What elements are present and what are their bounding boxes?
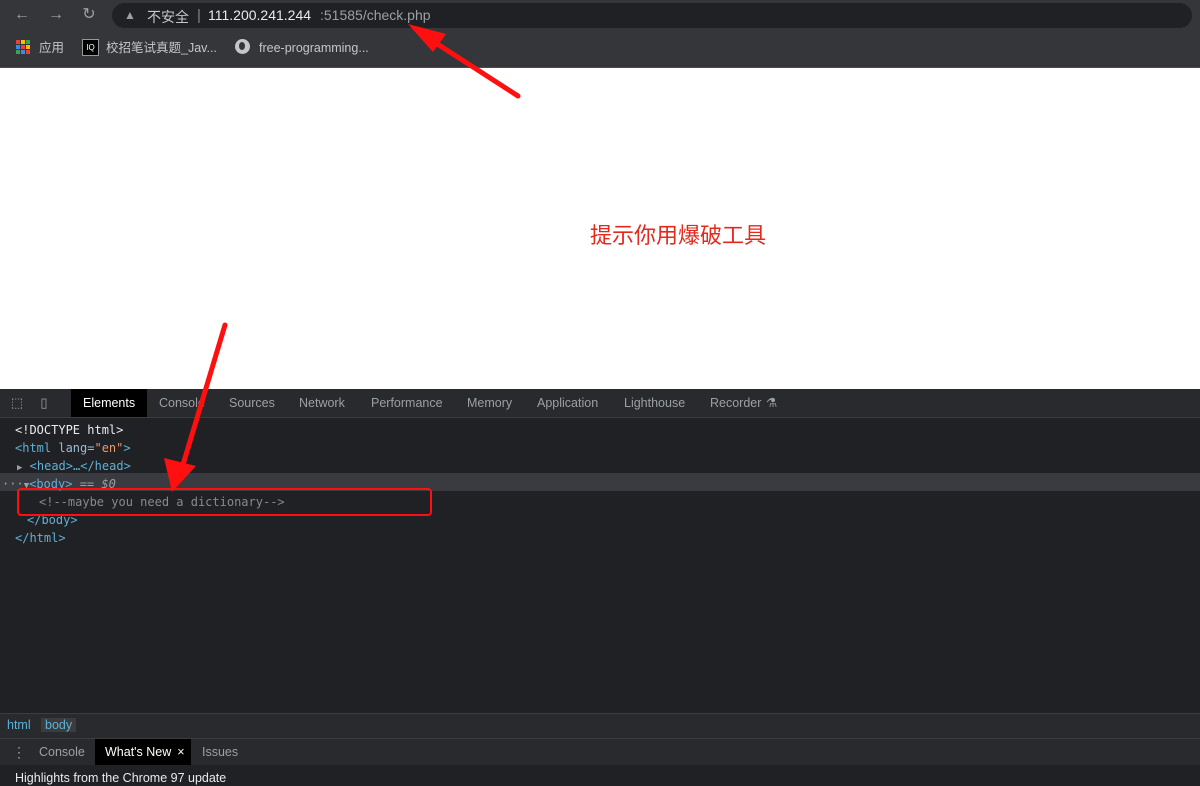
drawer-tab-whats-new-label: What's New — [105, 745, 172, 759]
flask-icon: ⚗ — [766, 396, 778, 410]
annotation-highlight-box — [17, 488, 432, 516]
head-node-text: <head>…</head> — [29, 459, 131, 473]
html-lang-attr: lang= — [58, 441, 95, 455]
html-close-tag: </html> — [15, 531, 66, 545]
html-close-bracket: > — [123, 441, 131, 455]
tab-sources[interactable]: Sources — [229, 389, 275, 417]
warning-icon[interactable]: ▲ — [124, 8, 138, 22]
close-icon[interactable]: × — [177, 745, 184, 759]
tab-network[interactable]: Network — [299, 389, 345, 417]
html-node[interactable]: <html lang="en"> — [15, 439, 131, 457]
tab-lighthouse[interactable]: Lighthouse — [624, 389, 685, 417]
drawer-tabbar: ⋮ Console What's New × Issues — [0, 738, 1200, 765]
breadcrumb: html body — [0, 713, 1200, 738]
doctype-node[interactable]: <!DOCTYPE html> — [15, 421, 123, 439]
bookmark-jav[interactable]: 校招笔试真题_Jav... — [106, 40, 217, 56]
drawer-tab-console[interactable]: Console — [39, 739, 85, 765]
browser-toolbar: ← → ↻ ▲ 不安全 | 111.200.241.244 :51585/che… — [0, 0, 1200, 30]
url-separator: | — [197, 7, 201, 24]
inspect-element-icon[interactable]: ⬚ — [9, 395, 25, 411]
tab-elements[interactable]: Elements — [71, 389, 148, 417]
url-path[interactable]: :51585/check.php — [320, 7, 431, 23]
tab-memory[interactable]: Memory — [467, 389, 512, 417]
apps-grid-icon[interactable] — [16, 40, 30, 54]
html-close-node[interactable]: </html> — [15, 529, 66, 547]
tab-performance[interactable]: Performance — [371, 389, 443, 417]
html-lang-value: "en" — [94, 441, 124, 455]
breadcrumb-body[interactable]: body — [41, 718, 77, 732]
kebab-menu-icon[interactable]: ⋮ — [11, 744, 27, 760]
address-bar[interactable]: ▲ 不安全 | 111.200.241.244 :51585/check.php — [112, 3, 1192, 28]
device-toolbar-icon[interactable]: ▯ — [36, 395, 52, 411]
url-host[interactable]: 111.200.241.244 — [208, 7, 311, 23]
tab-console[interactable]: Console — [159, 389, 205, 417]
bookmark-free-programming[interactable]: free-programming... — [259, 40, 369, 56]
globe-icon[interactable] — [235, 39, 250, 54]
tab-recorder[interactable]: Recorder — [710, 389, 761, 417]
breadcrumb-html[interactable]: html — [3, 718, 35, 732]
drawer-tab-whats-new[interactable]: What's New × — [95, 739, 191, 765]
site-favicon-icon[interactable]: IQ — [82, 39, 99, 56]
arrow-left-icon[interactable]: ← — [13, 6, 31, 24]
arrow-right-icon[interactable]: → — [47, 6, 65, 24]
hint-text: 提示你用爆破工具 — [590, 223, 767, 248]
whats-new-text: Highlights from the Chrome 97 update — [15, 771, 227, 785]
expand-triangle-icon[interactable]: ▶ — [17, 463, 22, 473]
bookmark-apps[interactable]: 应用 — [39, 40, 64, 56]
whats-new-panel: Highlights from the Chrome 97 update — [0, 765, 1200, 786]
html-open-tag: <html — [15, 441, 52, 455]
devtools-tabbar: ⬚ ▯ Elements Console Sources Network Per… — [0, 389, 1200, 418]
drawer-tab-issues[interactable]: Issues — [202, 739, 238, 765]
not-secure-label[interactable]: 不安全 — [147, 7, 189, 27]
head-node[interactable]: ▶ <head>…</head> — [17, 457, 131, 475]
reload-icon[interactable]: ↻ — [80, 6, 98, 24]
tab-application[interactable]: Application — [537, 389, 598, 417]
